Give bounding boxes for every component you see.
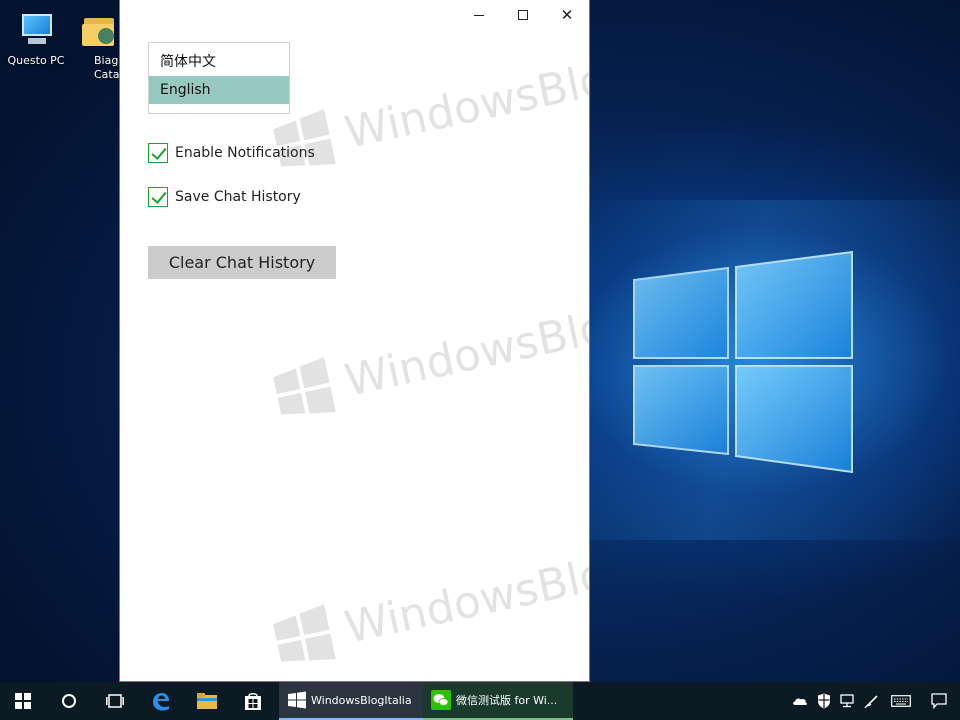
watermark-text: WindowsBlogItalia [340,519,590,654]
touch-keyboard-button[interactable] [884,682,918,720]
taskbar-app-label: 微信测试版 for Wi... [456,694,558,707]
taskbar: WindowsBlogItalia 微信测试版 for Wi... [0,682,960,720]
edge-icon [153,693,169,711]
desktop-icon-label: Questo PC [7,54,65,67]
pen-button[interactable] [860,682,884,720]
desktop-icon-this-pc[interactable]: Questo PC [0,10,72,67]
task-view-button[interactable] [92,682,138,720]
windowsblogitalia-icon [288,691,306,709]
close-icon: ✕ [560,5,574,24]
caption-buttons: ✕ [457,0,589,30]
start-icon [15,693,31,709]
enable-notifications-checkbox[interactable] [148,143,168,163]
watermark: WindowsBlogItalia [269,516,590,671]
clear-chat-history-button[interactable]: Clear Chat History [148,246,336,279]
taskbar-app-windowsblogitalia[interactable]: WindowsBlogItalia [279,682,423,720]
language-listbox[interactable]: 简体中文 English [148,42,290,114]
watermark-text: WindowsBlogItalia [340,272,590,407]
action-center-button[interactable] [918,682,960,720]
windows-logo-wallpaper [633,250,853,474]
file-explorer-button[interactable] [184,682,230,720]
language-option-chinese[interactable]: 简体中文 [149,48,289,76]
computer-icon [16,10,56,50]
edge-button[interactable] [138,682,184,720]
cortana-button[interactable] [46,682,92,720]
system-tray [788,682,960,720]
close-button[interactable]: ✕ [545,0,589,30]
language-option-english[interactable]: English [149,76,289,104]
keyboard-icon [891,695,911,707]
enable-notifications-label: Enable Notifications [175,145,315,161]
save-chat-history-checkbox[interactable] [148,187,168,207]
maximize-icon [518,10,528,20]
wechat-settings-window: ✕ WindowsBlogItalia WindowsBlogItalia Wi… [119,0,590,682]
user-folder-icon [78,10,118,50]
store-icon [245,693,261,710]
pen-icon [864,695,878,709]
start-button[interactable] [0,682,46,720]
save-chat-history-row[interactable]: Save Chat History [148,187,301,207]
taskbar-app-label: WindowsBlogItalia [311,693,412,707]
minimize-button[interactable] [457,0,501,30]
taskbar-app-wechat[interactable]: 微信测试版 for Wi... [423,682,573,720]
maximize-button[interactable] [501,0,545,30]
minimize-icon [474,14,484,16]
save-chat-history-label: Save Chat History [175,189,301,205]
store-button[interactable] [230,682,276,720]
watermark-text: WindowsBlogItalia [340,24,590,159]
enable-notifications-row[interactable]: Enable Notifications [148,143,315,163]
network-button[interactable] [836,682,860,720]
action-center-icon [931,693,947,709]
defender-icon [818,693,830,709]
watermark-logo-icon [273,357,336,415]
network-icon [840,694,854,708]
defender-button[interactable] [812,682,836,720]
cortana-icon [62,694,76,708]
watermark-logo-icon [273,604,336,662]
watermark: WindowsBlogItalia [269,269,590,424]
onedrive-icon [793,698,807,705]
task-view-icon [106,694,124,708]
wechat-icon [431,690,451,710]
onedrive-button[interactable] [788,682,812,720]
file-explorer-icon [197,693,217,709]
watermark: WindowsBlogItalia [269,21,590,176]
